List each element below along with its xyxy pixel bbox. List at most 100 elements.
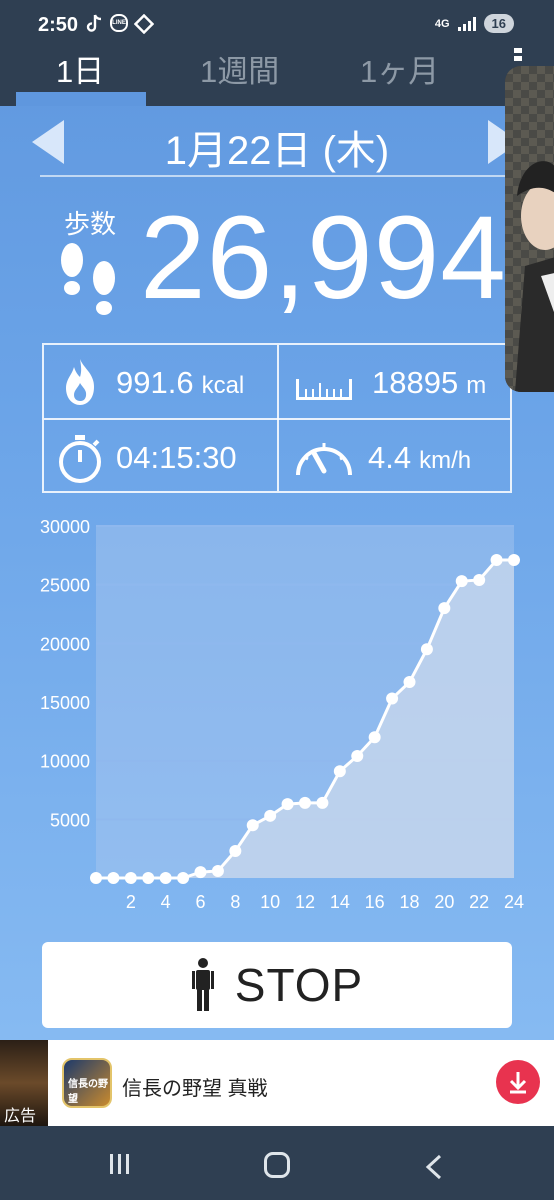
data-point [90, 872, 102, 884]
data-point [177, 872, 190, 884]
x-tick-label: 16 [365, 892, 385, 912]
active-tab-indicator [16, 92, 146, 106]
steps-count: 26,994 [140, 192, 507, 324]
data-point [246, 819, 259, 832]
flame-icon [66, 359, 94, 405]
battery-icon: 16 [483, 14, 514, 33]
x-tick-label: 2 [126, 892, 136, 912]
notification-icons: LINE [86, 14, 154, 34]
x-tick-label: 10 [260, 892, 280, 912]
x-tick-label: 20 [434, 892, 454, 912]
home-icon[interactable] [264, 1152, 290, 1178]
person-icon [191, 958, 214, 1011]
speedometer-icon [296, 443, 352, 476]
status-right: 4G 16 [435, 14, 514, 33]
y-tick-label: 25000 [40, 576, 90, 596]
ad-badge: 広告 [4, 1108, 37, 1125]
stopwatch-icon [59, 435, 101, 483]
data-point [211, 864, 224, 877]
data-point [490, 554, 503, 567]
status-bar: 2:50 LINE 4G 16 [0, 0, 554, 40]
duration-stat: 04:15:30 [116, 440, 237, 476]
speed-unit: km/h [419, 447, 472, 474]
tab-week[interactable]: 1週間 [200, 46, 279, 91]
data-point [333, 765, 346, 778]
x-tick-label: 6 [195, 892, 205, 912]
x-tick-label: 14 [330, 892, 350, 912]
data-point [386, 692, 399, 705]
data-point [351, 749, 364, 762]
data-point [107, 872, 120, 884]
x-tick-label: 24 [504, 892, 524, 912]
ad-banner[interactable]: 広告 信長の野望 信長の野望 真戦 [0, 1040, 554, 1126]
tiktok-icon [86, 14, 102, 32]
ad-thumbnail: 広告 [0, 1040, 48, 1126]
data-point [473, 573, 486, 586]
divider [40, 175, 514, 177]
data-point [159, 872, 172, 884]
current-date: 1月22日 (木) [164, 129, 390, 173]
download-icon [509, 1072, 527, 1094]
data-point [281, 798, 294, 811]
network-label: 4G [434, 17, 450, 30]
period-tabs: 1日 1週間 1ヶ月 [0, 40, 554, 106]
data-point [264, 809, 277, 822]
tab-day[interactable]: 1日 [56, 46, 104, 91]
speed-stat: 4.4 km/h [368, 440, 471, 476]
data-point [455, 575, 468, 588]
data-point [299, 796, 311, 809]
system-nav-bar [0, 1126, 554, 1200]
stop-button[interactable]: STOP [42, 942, 512, 1028]
signal-icon [457, 16, 476, 31]
data-point [403, 676, 416, 689]
stats-grid: 991.6 kcal 18895 m 04:15:30 4.4 km/h [42, 343, 512, 493]
recent-apps-icon[interactable] [110, 1154, 134, 1179]
distance-stat: 18895 m [372, 365, 486, 401]
more-menu-icon[interactable] [514, 48, 522, 68]
date-navigator: 1月22日 (木) [0, 106, 554, 176]
line-icon: LINE [110, 14, 128, 32]
ad-app-icon-text: 信長の野望 [68, 1079, 108, 1105]
floating-chat-bubble[interactable] [505, 66, 554, 392]
tab-month[interactable]: 1ヶ月 [360, 46, 439, 91]
footprints-icon [61, 243, 115, 315]
data-point [420, 643, 433, 656]
y-tick-label: 20000 [40, 634, 90, 654]
y-tick-label: 10000 [40, 752, 90, 772]
data-point [368, 731, 381, 744]
data-point [316, 796, 329, 809]
x-tick-label: 4 [161, 892, 171, 912]
diamond-icon [134, 14, 154, 34]
data-point [142, 872, 155, 884]
data-point [508, 554, 520, 567]
ad-app-icon: 信長の野望 [62, 1058, 112, 1108]
back-icon[interactable] [424, 1154, 444, 1180]
calories-stat: 991.6 kcal [116, 365, 244, 401]
data-point [194, 866, 207, 879]
ruler-icon [296, 379, 352, 400]
y-tick-label: 30000 [40, 517, 90, 537]
x-tick-label: 8 [230, 892, 240, 912]
hourly-steps-chart: 500010000150002000025000300002 4 6 8 10 12 14 1… [40, 517, 524, 912]
duration-value: 04:15:30 [116, 440, 237, 475]
x-tick-label: 22 [469, 892, 489, 912]
steps-label: 歩数 [64, 209, 117, 239]
pedometer-app: 2:50 LINE 4G 16 1日 1週間 1ヶ月 1月22日 (木) 歩数 [0, 0, 554, 1040]
stop-label: STOP [234, 959, 364, 1011]
speed-value: 4.4 [368, 440, 412, 475]
calories-unit: kcal [201, 372, 245, 399]
download-button[interactable] [496, 1060, 540, 1104]
y-tick-label: 15000 [40, 693, 90, 713]
x-tick-label: 18 [399, 892, 419, 912]
status-time: 2:50 [38, 14, 79, 36]
calories-value: 991.6 [116, 365, 194, 400]
avatar [505, 66, 554, 392]
data-point [438, 602, 451, 615]
ad-title: 信長の野望 真戦 [122, 1078, 268, 1100]
data-point [229, 845, 242, 858]
data-point [124, 872, 137, 884]
x-tick-label: 12 [295, 892, 315, 912]
distance-unit: m [466, 372, 487, 399]
y-tick-label: 5000 [50, 810, 90, 830]
distance-value: 18895 [372, 365, 459, 400]
